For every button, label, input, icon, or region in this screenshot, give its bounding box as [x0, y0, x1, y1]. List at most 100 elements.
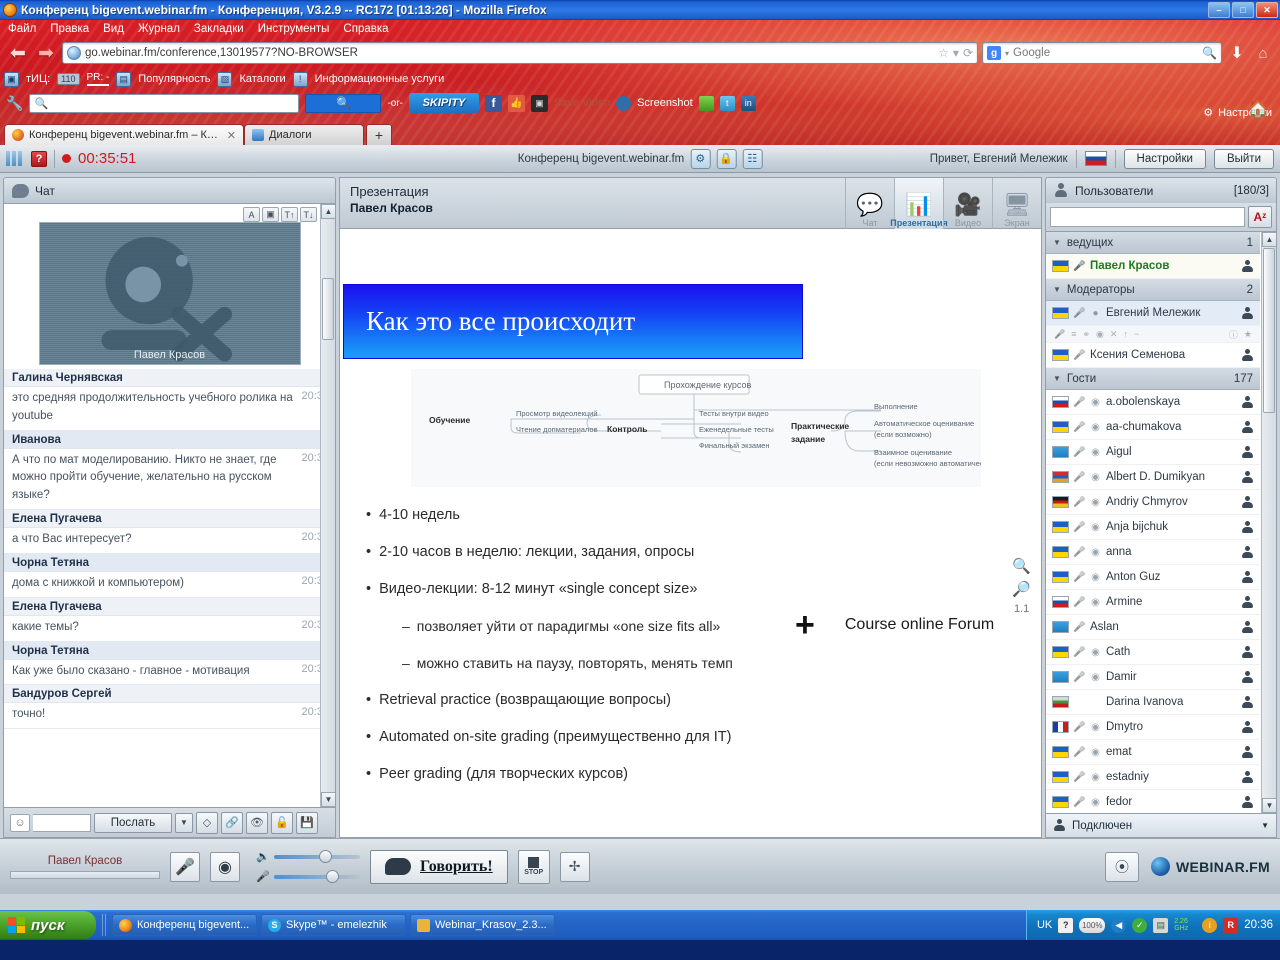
group-header-moderators[interactable]: ▼ Модераторы 2 — [1046, 279, 1260, 301]
chevron-left-icon[interactable]: ◀ — [1111, 917, 1127, 933]
minus-icon[interactable]: − — [1134, 329, 1139, 339]
zoom-out-icon[interactable]: 🔎 — [1012, 580, 1031, 598]
save-video-label[interactable]: Save Video — [554, 97, 610, 109]
user-row[interactable]: 🎤 ◉ Dmytro — [1046, 715, 1260, 740]
scroll-thumb[interactable] — [322, 278, 334, 340]
profile-icon[interactable] — [1241, 348, 1254, 362]
ban-icon[interactable]: ✕ — [1110, 329, 1118, 340]
tab-screen[interactable]: 🖥 Экран — [992, 178, 1041, 230]
close-button[interactable]: ✕ — [1256, 2, 1278, 18]
talk-button[interactable]: Говорить! — [370, 849, 508, 884]
window-icon[interactable]: ☷ — [742, 148, 763, 169]
gear-icon[interactable]: ⚙ — [690, 148, 711, 169]
wrench-icon[interactable]: 🔧 — [6, 95, 23, 112]
mic-volume-slider[interactable] — [274, 869, 360, 883]
profile-icon[interactable] — [1241, 570, 1254, 584]
info-services-icon[interactable]: ! — [292, 71, 308, 87]
upload-icon[interactable]: ↑ — [1123, 329, 1128, 339]
close-icon[interactable]: ✕ — [227, 129, 236, 142]
user-row[interactable]: 🎤 ◉ Andriy Chmyrov — [1046, 490, 1260, 515]
user-row[interactable]: 🎤 ◉ aa-chumakova — [1046, 415, 1260, 440]
users-list[interactable]: ▼ ведущих 1 🎤 Павел Красов ▼ Модераторы … — [1045, 231, 1277, 814]
shield-icon[interactable]: ✓ — [1132, 917, 1148, 933]
logout-button[interactable]: Выйти — [1213, 148, 1274, 169]
tab-presentation[interactable]: 📊 Презентация — [890, 178, 948, 230]
eraser-icon[interactable]: ◇ — [196, 811, 218, 834]
profile-icon[interactable] — [1241, 520, 1254, 534]
group-header-guests[interactable]: ▼ Гости 177 — [1046, 368, 1260, 390]
reload-icon[interactable]: ⟳ — [963, 46, 973, 60]
gear-icon[interactable]: ⚙ — [1203, 106, 1213, 119]
profile-icon[interactable] — [1241, 595, 1254, 609]
user-row[interactable]: 🎤 ◉ emat — [1046, 740, 1260, 765]
settings-button[interactable]: Настройки — [1123, 148, 1206, 169]
scroll-up-icon[interactable]: ▲ — [1262, 232, 1276, 247]
skipity-logo[interactable]: SKIPITY — [409, 93, 479, 113]
new-tab-button[interactable]: + — [366, 124, 392, 145]
profile-icon[interactable] — [1241, 795, 1254, 809]
screenshot-icon[interactable] — [616, 95, 632, 111]
group-header-hosts[interactable]: ▼ ведущих 1 — [1046, 232, 1260, 254]
user-action-row[interactable]: 🎤 ≡ ⚭ ◉ ✕ ↑ − ⓘ ★ — [1046, 326, 1260, 343]
lock-icon[interactable]: 🔓 — [271, 811, 293, 834]
link-icon[interactable]: 🔗 — [221, 811, 243, 834]
chevron-down-icon[interactable]: ▼ — [1053, 238, 1061, 247]
taskbar-item-firefox[interactable]: Конференц bigevent... — [112, 914, 257, 936]
share-button[interactable]: ⦿ — [1105, 851, 1139, 882]
addon-search-input[interactable]: 🔍 — [29, 93, 300, 113]
microphone-button[interactable]: 🎤 — [170, 851, 200, 882]
taskbar-item-skype[interactable]: S Skype™ - emelezhik — [261, 914, 406, 936]
font-color-icon[interactable]: A — [243, 207, 260, 222]
connection-status-bar[interactable]: Подключен ▼ — [1045, 814, 1277, 838]
bookmark-star-icon[interactable]: ☆ — [938, 46, 949, 60]
rss-icon[interactable] — [698, 95, 714, 111]
emoji-icon[interactable]: ☺ — [10, 813, 30, 832]
scroll-up-icon[interactable]: ▲ — [321, 204, 335, 219]
send-button[interactable]: Послать — [94, 812, 172, 833]
profile-icon[interactable] — [1241, 770, 1254, 784]
profile-icon[interactable] — [1241, 645, 1254, 659]
chat-scrollbar[interactable]: ▲ ▼ — [320, 204, 335, 807]
facebook-icon[interactable]: f — [485, 94, 502, 112]
pin-icon[interactable]: ⚭ — [1082, 329, 1090, 340]
battery-icon[interactable]: ▤ — [1153, 917, 1169, 933]
linkedin-icon[interactable]: in — [740, 95, 756, 111]
menu-item-view[interactable]: Вид — [103, 23, 124, 35]
language-indicator[interactable]: UK — [1037, 919, 1052, 931]
thumbs-up-icon[interactable]: 👍 — [508, 94, 525, 112]
menu-item-file[interactable]: Файл — [8, 23, 36, 35]
user-row[interactable]: 🎤 Ксения Семенова — [1046, 343, 1260, 368]
help-icon[interactable]: ? — [31, 150, 47, 167]
addon-info-services[interactable]: Информационные услуги — [315, 73, 445, 85]
info-icon[interactable]: i — [1202, 917, 1218, 933]
addon-search-button[interactable]: 🔍 — [305, 93, 382, 113]
addon-popularity[interactable]: Популярность — [138, 73, 210, 85]
fullscreen-button[interactable]: ✢ — [559, 851, 590, 882]
profile-icon[interactable] — [1241, 695, 1254, 709]
profile-icon[interactable] — [1241, 445, 1254, 459]
scroll-thumb[interactable] — [1263, 248, 1275, 413]
profile-icon[interactable] — [1241, 620, 1254, 634]
forward-icon[interactable]: ➡ — [34, 41, 58, 65]
tab-video[interactable]: 🎥 Видео — [943, 178, 992, 230]
seo-toolbar-icon[interactable]: ▣ — [4, 71, 19, 87]
webcam-icon[interactable]: ◉ — [1096, 329, 1104, 340]
info-icon[interactable]: ⓘ — [1229, 328, 1238, 341]
start-button[interactable]: пуск — [0, 911, 96, 939]
address-bar[interactable]: go.webinar.fm/conference,13019577?NO-BRO… — [62, 42, 978, 64]
webcam-button[interactable]: ◉ — [210, 851, 240, 882]
profile-icon[interactable] — [1241, 720, 1254, 734]
menu-item-edit[interactable]: Правка — [50, 23, 89, 35]
save-icon[interactable]: 💾 — [296, 811, 318, 834]
user-row[interactable]: 🎤 ◉ a.obolenskaya — [1046, 390, 1260, 415]
save-video-icon[interactable]: ▣ — [531, 94, 548, 112]
chevron-down-icon[interactable]: ▾ — [953, 46, 959, 60]
profile-icon[interactable] — [1241, 306, 1254, 320]
home-icon[interactable]: ⌂ — [1252, 41, 1274, 65]
user-row[interactable]: 🎤 ◉ Anja bijchuk — [1046, 515, 1260, 540]
tab-chat[interactable]: 💬 Чат — [845, 178, 894, 230]
profile-icon[interactable] — [1241, 470, 1254, 484]
user-row[interactable]: 🎤 ◉ Aigul — [1046, 440, 1260, 465]
taskbar-item-document[interactable]: Webinar_Krasov_2.3... — [410, 914, 555, 936]
chevron-down-icon[interactable]: ▼ — [1053, 374, 1061, 383]
